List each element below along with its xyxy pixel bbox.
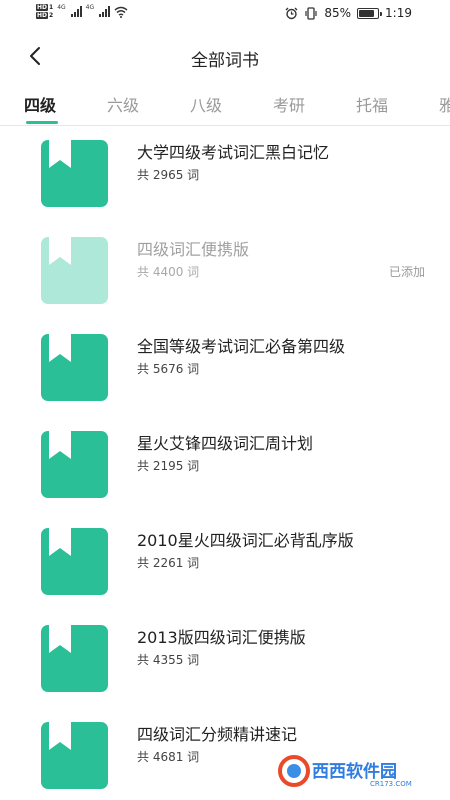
tab-kaoyan[interactable]: 考研: [273, 92, 305, 116]
book-title: 星火艾锋四级词汇周计划: [137, 434, 314, 453]
battery-percent: 85%: [324, 6, 352, 20]
book-title: 2013版四级词汇便携版: [137, 628, 306, 647]
alarm-icon: [285, 7, 298, 19]
tab-ielts[interactable]: 雅: [439, 92, 450, 116]
category-tabs: 四级 六级 八级 考研 托福 雅: [0, 88, 450, 126]
tab-cet4[interactable]: 四级: [24, 92, 56, 116]
book-cover: [41, 431, 108, 498]
book-cover: [41, 722, 108, 789]
book-word-count: 共 5676 词: [137, 362, 200, 376]
status-left: HD 1 HD 2 4G 4G: [36, 4, 128, 19]
clock: 1:19: [385, 6, 412, 20]
book-cover: [41, 237, 108, 304]
book-word-count: 共 4355 词: [137, 653, 200, 667]
book-title: 全国等级考试词汇必备第四级: [137, 337, 346, 356]
sim2-hd-badge: HD 2: [36, 12, 54, 19]
watermark-logo: 西西软件园 CR173.COM: [278, 755, 412, 788]
book-word-count: 共 4681 词: [137, 750, 200, 764]
signal2-icon: [99, 6, 111, 17]
book-cover: [41, 140, 108, 207]
network1-label: 4G: [57, 4, 66, 11]
sim1-hd-badge: HD 1: [36, 4, 54, 11]
book-item[interactable]: 大学四级考试词汇黑白记忆 共 2965 词: [0, 127, 450, 224]
book-item[interactable]: 2013版四级词汇便携版 共 4355 词: [0, 612, 450, 709]
network2-label: 4G: [85, 4, 95, 11]
book-word-count: 共 2261 词: [137, 556, 200, 570]
tab-tem8[interactable]: 八级: [190, 92, 222, 116]
book-word-count: 共 2965 词: [137, 168, 200, 182]
book-cover: [41, 625, 108, 692]
added-status-label: 已添加: [388, 265, 425, 279]
book-word-count: 共 2195 词: [137, 459, 200, 473]
wifi-icon: [114, 6, 128, 18]
bookmark-icon: [49, 625, 71, 653]
book-item[interactable]: 四级词汇便携版 共 4400 词 已添加: [0, 224, 450, 321]
bookmark-icon: [49, 237, 71, 265]
vibrate-icon: [305, 6, 317, 20]
active-tab-indicator: [26, 121, 58, 124]
signal1-icon: [70, 6, 82, 17]
book-title: 四级词汇便携版: [137, 240, 250, 259]
header: 全部词书: [0, 38, 450, 74]
status-right: 85% 1:19: [285, 6, 412, 20]
bookmark-icon: [49, 140, 71, 168]
book-title: 2010星火四级词汇必背乱序版: [137, 531, 354, 550]
bookmark-icon: [49, 528, 71, 556]
book-word-count: 共 4400 词: [137, 265, 200, 279]
bookmark-icon: [49, 334, 71, 362]
book-cover: [41, 528, 108, 595]
watermark-text: 西西软件园: [312, 761, 397, 782]
book-item[interactable]: 2010星火四级词汇必背乱序版 共 2261 词: [0, 515, 450, 612]
page-title: 全部词书: [191, 51, 259, 71]
bookmark-icon: [49, 722, 71, 750]
book-item[interactable]: 星火艾锋四级词汇周计划 共 2195 词: [0, 418, 450, 515]
bookmark-icon: [49, 431, 71, 459]
tab-cet6[interactable]: 六级: [107, 92, 139, 116]
watermark-url: CR173.COM: [370, 780, 412, 788]
book-title: 四级词汇分频精讲速记: [137, 725, 298, 744]
sim-indicators: HD 1 HD 2: [36, 4, 53, 19]
status-bar: HD 1 HD 2 4G 4G 85% 1:19: [0, 0, 450, 30]
book-item[interactable]: 全国等级考试词汇必备第四级 共 5676 词: [0, 321, 450, 418]
book-title: 大学四级考试词汇黑白记忆: [137, 143, 330, 162]
book-cover: [41, 334, 108, 401]
tab-toefl[interactable]: 托福: [356, 92, 388, 116]
battery-level: [359, 9, 375, 17]
battery-icon: [357, 7, 383, 19]
